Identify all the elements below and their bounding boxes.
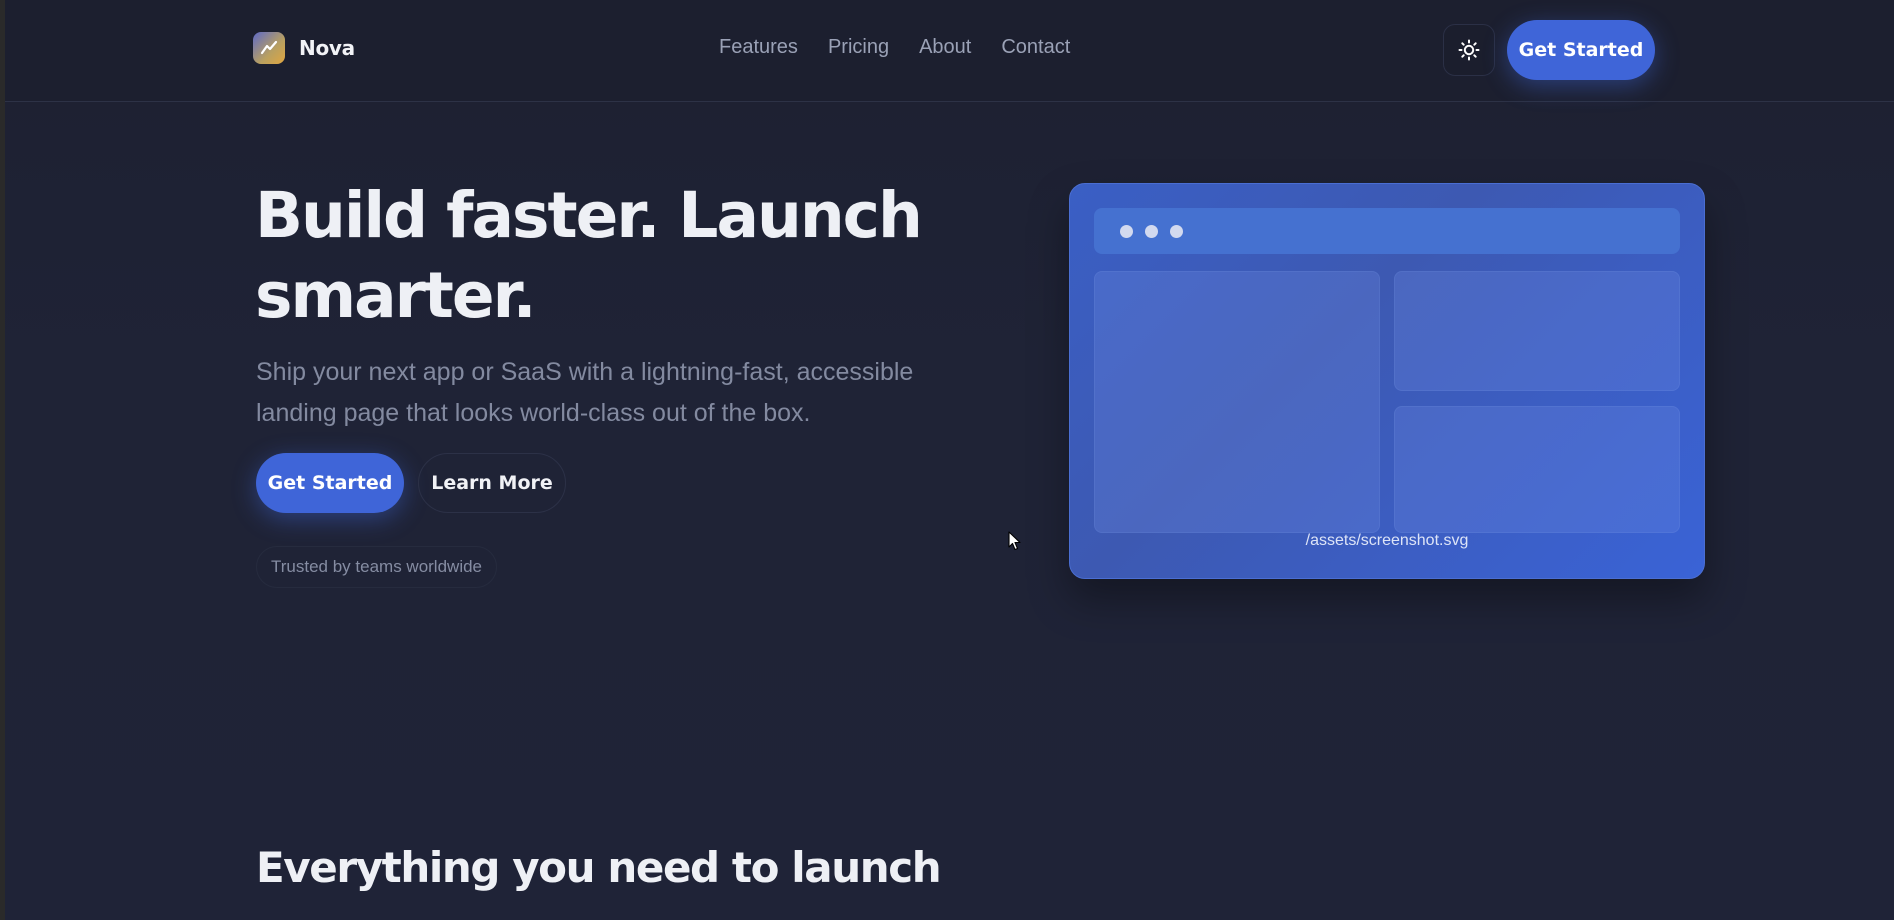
nav-link-contact[interactable]: Contact: [1001, 36, 1070, 59]
header-get-started-button[interactable]: Get Started: [1507, 20, 1655, 80]
main-nav: Features Pricing About Contact: [719, 36, 1070, 59]
nav-link-about[interactable]: About: [919, 36, 971, 59]
window-dot-icon: [1145, 224, 1158, 238]
brand[interactable]: Nova: [253, 31, 355, 65]
window-dot-icon: [1120, 224, 1133, 238]
hero-title: Build faster. Launch smarter.: [255, 179, 923, 332]
chart-line-icon: [253, 32, 285, 64]
hero-subtitle: Ship your next app or SaaS with a lightn…: [256, 358, 914, 427]
features-section-title: Everything you need to launch: [256, 843, 942, 892]
mockup-caption: /assets/screenshot.svg: [1305, 532, 1469, 549]
landing-page: Nova Features Pricing About Contact Get …: [0, 0, 1894, 920]
mock-window-bar: [1094, 208, 1680, 254]
brand-name: Nova: [299, 36, 355, 60]
trusted-badge: Trusted by teams worldwide: [256, 546, 498, 588]
window-dot-icon: [1170, 224, 1183, 238]
nav-link-features[interactable]: Features: [719, 36, 798, 59]
nav-link-pricing[interactable]: Pricing: [828, 36, 889, 59]
hero-get-started-button[interactable]: Get Started: [256, 453, 404, 513]
mock-panel-bottom-right: [1394, 406, 1680, 533]
product-screenshot-mockup: /assets/screenshot.svg: [1069, 183, 1705, 579]
sun-icon: [1458, 39, 1480, 61]
theme-toggle-button[interactable]: [1443, 24, 1495, 76]
mock-panel-main: [1094, 271, 1380, 533]
hero-actions: Get Started Learn More: [256, 453, 566, 513]
learn-more-button[interactable]: Learn More: [418, 453, 566, 513]
mock-panel-top-right: [1394, 271, 1680, 391]
site-header: Nova Features Pricing About Contact Get …: [5, 0, 1894, 102]
mouse-cursor-icon: [1008, 531, 1021, 551]
